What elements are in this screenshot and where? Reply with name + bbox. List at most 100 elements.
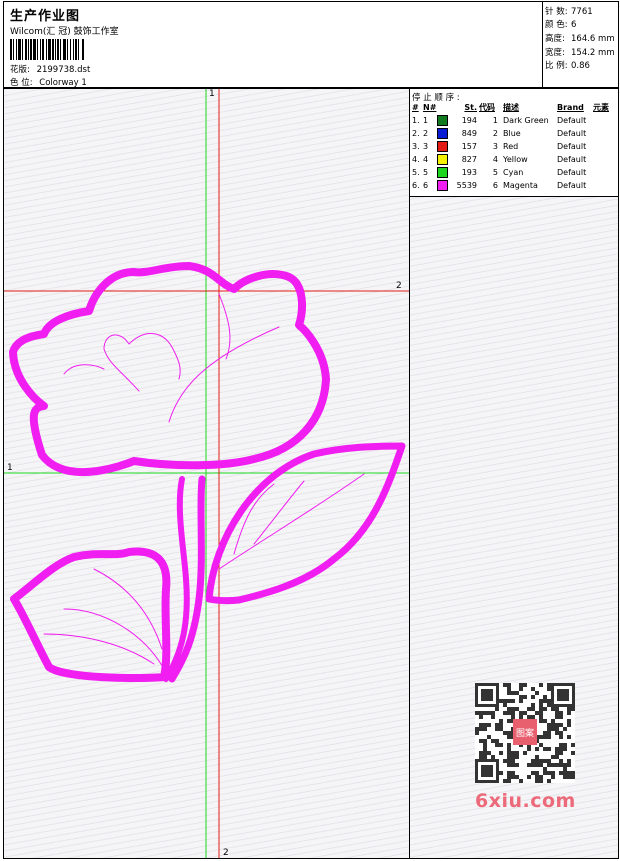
left-leaf-vein-2: [93, 568, 163, 650]
col-header-desc: 描述: [503, 103, 519, 112]
color-swatch: [436, 180, 448, 191]
qr-code-graphic: 图案: [475, 683, 575, 783]
design-canvas: 1 1 2 2: [3, 88, 410, 859]
row-stitches: 5539: [456, 181, 477, 190]
inner-petal-1: [103, 333, 181, 380]
row-element: [592, 179, 610, 192]
guide-label-green-left: 1: [7, 463, 13, 473]
color-swatch: [436, 128, 448, 139]
row-brand: Default: [557, 155, 587, 164]
embroidery-design: [4, 89, 409, 858]
row-stitches: 193: [461, 168, 477, 177]
row-code: 6: [492, 181, 498, 190]
row-code: 3: [492, 142, 498, 151]
row-brand: Default: [557, 181, 587, 190]
colorway-value: Colorway 1: [39, 78, 87, 88]
row-code: 1: [492, 116, 498, 125]
table-row: 2. 2 849 2 Blue Default: [411, 127, 610, 140]
studio-name: Wilcom(汇 冠) 鼓饰工作室: [10, 27, 119, 37]
color-swatch: [436, 115, 448, 126]
row-needle: 2: [422, 127, 450, 140]
table-row: 1. 1 194 1 Dark Green Default: [411, 114, 610, 127]
color-swatch: [436, 167, 448, 178]
row-description: Cyan: [503, 168, 524, 177]
inner-petal-2: [103, 348, 140, 392]
row-num: 6.: [412, 181, 420, 190]
stat-colors: 颜 色: 6: [545, 20, 577, 30]
stop-sequence-table-box: 停 止 顺 序 : # N# St. 代码 描述 Brand 元素 1. 1 19…: [410, 89, 618, 197]
col-header-code: 代码: [479, 103, 495, 112]
left-leaf-vein: [63, 608, 165, 670]
row-brand: Default: [557, 116, 587, 125]
stat-scale: 比 例: 0.86: [545, 61, 590, 71]
col-header-st: St.: [464, 103, 477, 112]
row-description: Red: [503, 142, 519, 151]
header-panel: 生产作业图 Wilcom(汇 冠) 鼓饰工作室 花版: 2199738.dst …: [3, 1, 543, 88]
color-swatch: [436, 154, 448, 165]
row-needle: 6: [422, 179, 450, 192]
row-code: 4: [492, 155, 498, 164]
row-element: [592, 153, 610, 166]
stat-stitches: 针 数: 7761: [545, 7, 593, 17]
right-leaf: [205, 442, 406, 605]
stats-panel: 针 数: 7761 颜 色: 6 高度: 164.6 mm 宽度: 154.2 mm 比…: [542, 1, 619, 88]
row-element: [592, 166, 610, 179]
row-brand: Default: [557, 168, 587, 177]
inner-petal-3: [63, 364, 105, 375]
row-needle: 3: [422, 140, 450, 153]
colorway-label: 色 位:: [10, 78, 33, 88]
row-code: 2: [492, 129, 498, 138]
row-brand: Default: [557, 129, 587, 138]
inner-petal-4: [168, 326, 280, 423]
col-header-num: #: [412, 103, 419, 112]
color-swatch: [436, 141, 448, 152]
flower-outline: [9, 262, 330, 477]
stat-width: 宽度: 154.2 mm: [545, 48, 615, 58]
row-element: [592, 140, 610, 153]
page-title: 生产作业图: [10, 9, 81, 24]
watermark-site: 6xiu.com: [475, 790, 576, 812]
guide-label-red-bottom: 2: [223, 848, 229, 858]
row-element: [592, 127, 610, 140]
svg-text:图案: 图案: [516, 727, 534, 739]
guide-label-red-right: 2: [396, 281, 402, 291]
row-description: Dark Green: [503, 116, 549, 125]
row-needle: 1: [422, 114, 450, 127]
row-num: 5.: [412, 168, 420, 177]
row-num: 1.: [412, 116, 420, 125]
row-stitches: 827: [461, 155, 477, 164]
row-num: 2.: [412, 129, 420, 138]
table-row: 5. 5 193 5 Cyan Default: [411, 166, 610, 179]
table-header-row: # N# St. 代码 描述 Brand 元素: [411, 101, 610, 114]
row-stitches: 849: [461, 129, 477, 138]
row-num: 4.: [412, 155, 420, 164]
row-num: 3.: [412, 142, 420, 151]
table-row: 6. 6 5539 6 Magenta Default: [411, 179, 610, 192]
row-needle: 5: [422, 166, 450, 179]
design-file: 2199738.dst: [36, 65, 91, 75]
inner-petal-5: [218, 293, 231, 360]
row-description: Blue: [503, 129, 521, 138]
table-row: 3. 3 157 3 Red Default: [411, 140, 610, 153]
row-brand: Default: [557, 142, 587, 151]
col-header-element: 元素: [593, 103, 609, 112]
left-leaf: [10, 547, 171, 682]
qr-code: 图案: [475, 683, 575, 783]
row-stitches: 157: [461, 142, 477, 151]
row-description: Yellow: [503, 155, 528, 164]
row-description: Magenta: [503, 181, 538, 190]
table-row: 4. 4 827 4 Yellow Default: [411, 153, 610, 166]
colorway-line: 色 位: Colorway 1: [10, 76, 87, 88]
stat-height: 高度: 164.6 mm: [545, 34, 615, 44]
left-leaf-vein-3: [43, 633, 155, 665]
barcode: [10, 39, 145, 60]
row-element: [592, 114, 610, 127]
col-header-n: N#: [423, 103, 437, 112]
stop-sequence-table: # N# St. 代码 描述 Brand 元素 1. 1 194 1 Dark Gre…: [411, 101, 610, 192]
row-needle: 4: [422, 153, 450, 166]
design-file-line: 花版: 2199738.dst: [10, 63, 90, 75]
col-header-brand: Brand: [557, 103, 584, 112]
row-stitches: 194: [461, 116, 477, 125]
design-label: 花版:: [10, 65, 30, 75]
row-code: 5: [492, 168, 498, 177]
